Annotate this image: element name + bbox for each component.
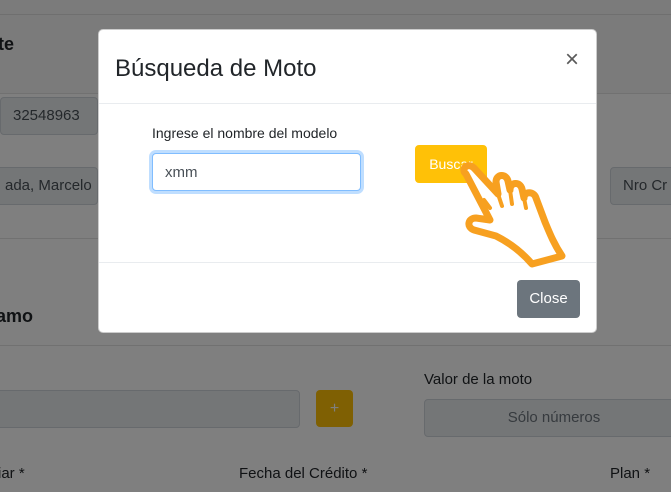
model-search-input[interactable] bbox=[152, 153, 361, 191]
modal-header: Búsqueda de Moto × bbox=[99, 30, 596, 104]
modal-title: Búsqueda de Moto bbox=[115, 55, 317, 82]
close-button[interactable]: Close bbox=[517, 280, 580, 318]
close-icon[interactable]: × bbox=[562, 48, 582, 72]
modal-footer: Close bbox=[99, 262, 596, 332]
hand-pointer-icon bbox=[460, 162, 566, 268]
model-name-label: Ingrese el nombre del modelo bbox=[152, 125, 338, 141]
